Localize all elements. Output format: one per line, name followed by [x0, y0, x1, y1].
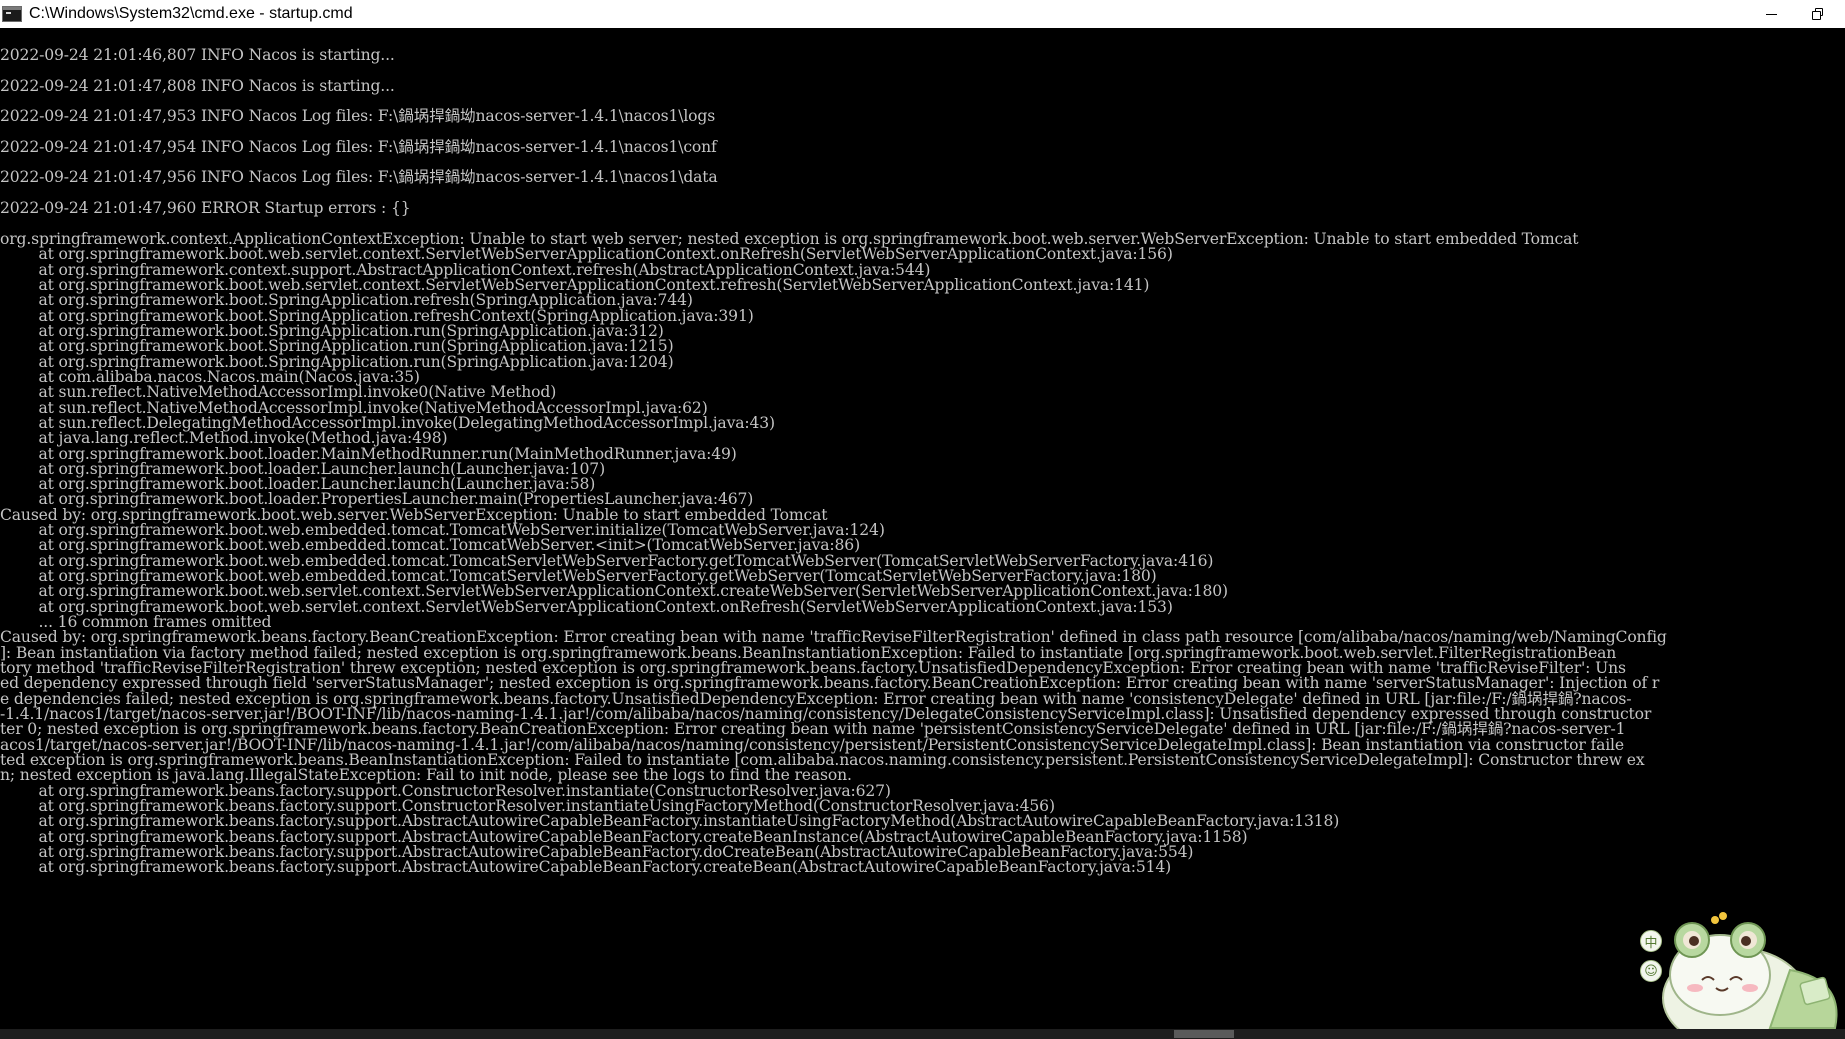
scrollbar-thumb[interactable]: [1174, 1030, 1234, 1038]
console-output[interactable]: 2022-09-24 21:01:46,807 INFO Nacos is st…: [0, 28, 1845, 1029]
title-bar[interactable]: C:\Windows\System32\cmd.exe - startup.cm…: [0, 0, 1845, 28]
console-window: C:\Windows\System32\cmd.exe - startup.cm…: [0, 0, 1845, 1039]
restore-button[interactable]: [1795, 0, 1841, 28]
frog-mascot-sticker: [1662, 912, 1838, 1030]
horizontal-scrollbar[interactable]: [0, 1029, 1845, 1039]
cmd-app-icon[interactable]: [2, 6, 22, 22]
restore-icon: [1812, 8, 1824, 20]
console-line: at org.springframework.beans.factory.sup…: [0, 858, 1172, 877]
minimize-icon: [1765, 13, 1777, 15]
minimize-button[interactable]: [1748, 0, 1794, 28]
window-title: C:\Windows\System32\cmd.exe - startup.cm…: [29, 5, 353, 22]
